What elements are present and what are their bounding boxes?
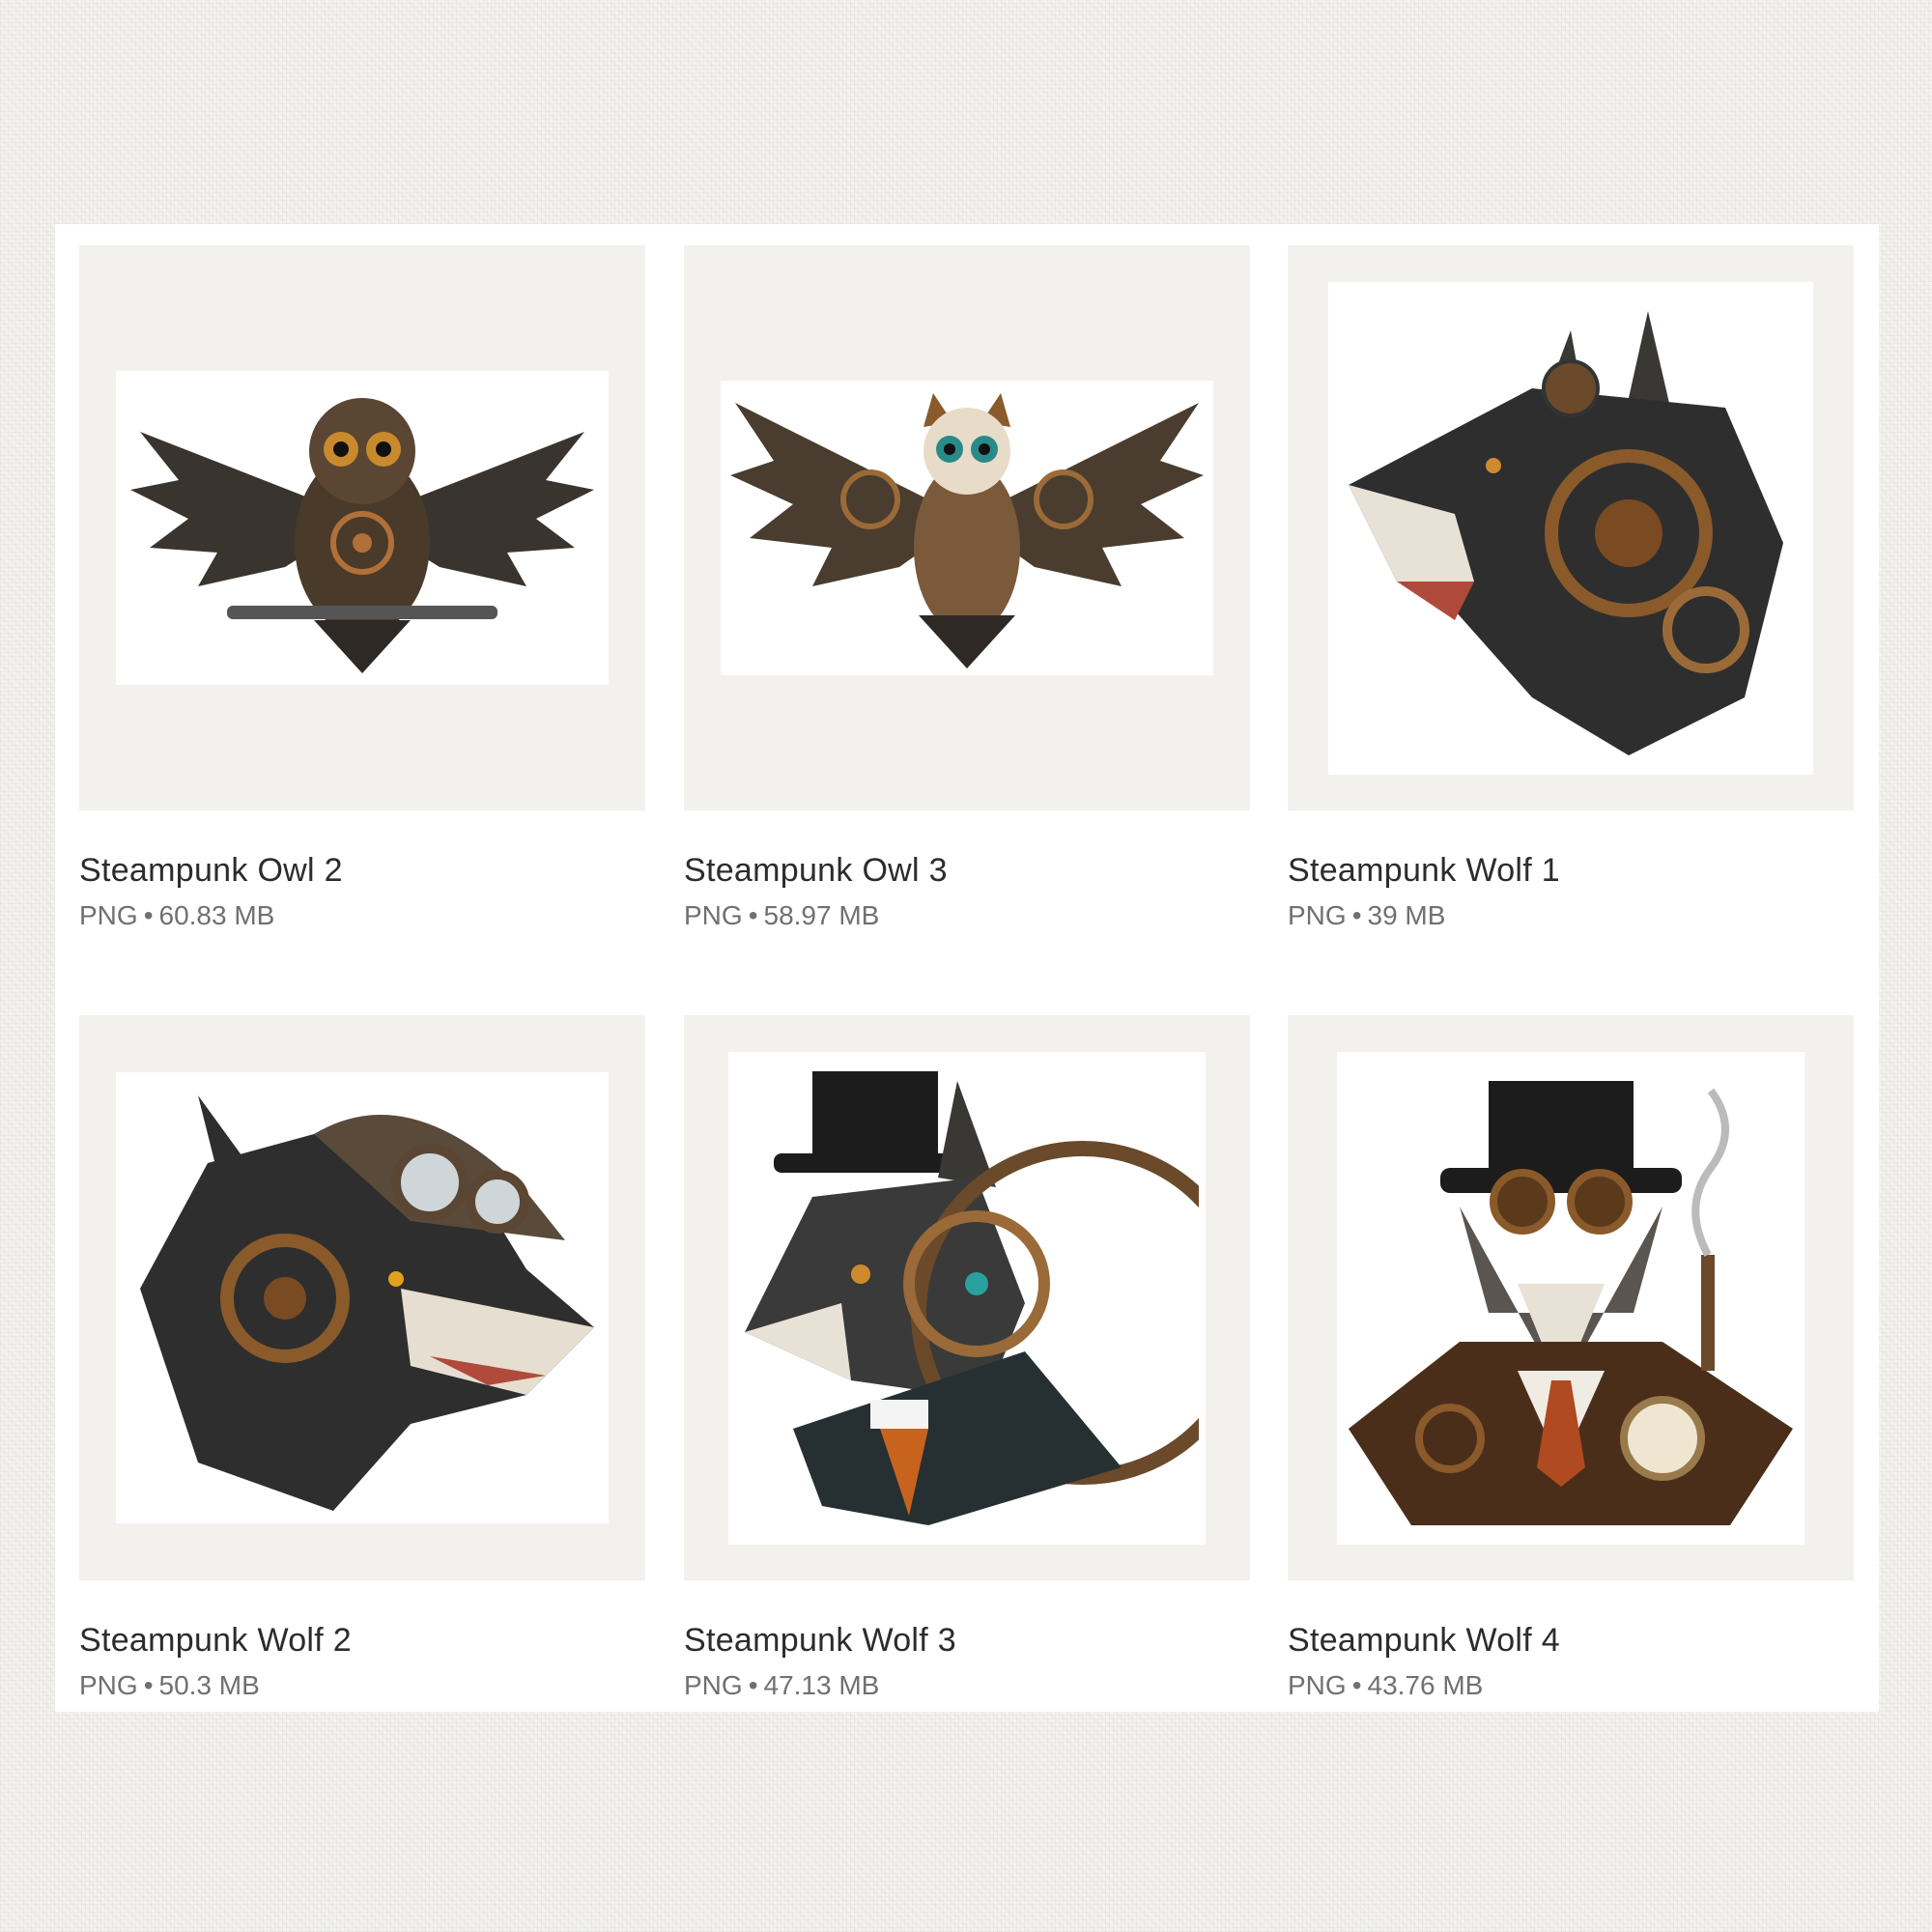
file-format: PNG — [79, 1670, 138, 1700]
owl-artwork — [116, 371, 609, 685]
file-thumbnail[interactable] — [79, 245, 645, 810]
file-title[interactable]: Steampunk Owl 3 — [684, 851, 1250, 890]
file-title[interactable]: Steampunk Wolf 3 — [684, 1621, 1250, 1660]
owl-artwork — [721, 381, 1213, 675]
file-meta: PNG • 39 MB — [1288, 899, 1854, 932]
file-thumbnail[interactable] — [1288, 1015, 1854, 1580]
file-meta: PNG • 58.97 MB — [684, 899, 1250, 932]
file-card[interactable]: Steampunk Owl 2 PNG • 60.83 MB — [79, 245, 645, 932]
file-size: 43.76 MB — [1367, 1670, 1484, 1700]
file-format: PNG — [684, 900, 743, 930]
file-card[interactable]: Steampunk Owl 3 PNG • 58.97 MB — [684, 245, 1250, 932]
file-title[interactable]: Steampunk Wolf 2 — [79, 1621, 645, 1660]
file-format: PNG — [1288, 1670, 1347, 1700]
file-format: PNG — [79, 900, 138, 930]
wolf-artwork — [728, 1051, 1206, 1545]
file-card[interactable]: Steampunk Wolf 4 PNG • 43.76 MB — [1288, 1015, 1854, 1702]
file-card[interactable]: Steampunk Wolf 1 PNG • 39 MB — [1288, 245, 1854, 932]
file-title[interactable]: Steampunk Owl 2 — [79, 851, 645, 890]
file-meta: PNG • 60.83 MB — [79, 899, 645, 932]
file-meta: PNG • 50.3 MB — [79, 1669, 645, 1702]
file-size: 47.13 MB — [763, 1670, 880, 1700]
file-meta: PNG • 47.13 MB — [684, 1669, 1250, 1702]
wolf-artwork — [1328, 281, 1813, 775]
meta-separator: • — [1351, 1670, 1362, 1700]
file-meta: PNG • 43.76 MB — [1288, 1669, 1854, 1702]
file-thumbnail[interactable] — [684, 245, 1250, 810]
file-thumbnail[interactable] — [79, 1015, 645, 1580]
file-card[interactable]: Steampunk Wolf 3 PNG • 47.13 MB — [684, 1015, 1250, 1702]
file-size: 50.3 MB — [158, 1670, 260, 1700]
file-size: 39 MB — [1367, 900, 1446, 930]
meta-separator: • — [748, 1670, 758, 1700]
wolf-artwork — [1337, 1051, 1804, 1545]
meta-separator: • — [143, 1670, 154, 1700]
file-format: PNG — [1288, 900, 1347, 930]
file-format: PNG — [684, 1670, 743, 1700]
file-grid-panel: Steampunk Owl 2 PNG • 60.83 MB Steampunk… — [55, 224, 1879, 1712]
meta-separator: • — [748, 900, 758, 930]
file-title[interactable]: Steampunk Wolf 1 — [1288, 851, 1854, 890]
wolf-artwork — [116, 1072, 609, 1523]
file-thumbnail[interactable] — [1288, 245, 1854, 810]
meta-separator: • — [1351, 900, 1362, 930]
file-thumbnail[interactable] — [684, 1015, 1250, 1580]
file-title[interactable]: Steampunk Wolf 4 — [1288, 1621, 1854, 1660]
file-card[interactable]: Steampunk Wolf 2 PNG • 50.3 MB — [79, 1015, 645, 1702]
file-size: 58.97 MB — [763, 900, 880, 930]
file-size: 60.83 MB — [158, 900, 275, 930]
meta-separator: • — [143, 900, 154, 930]
